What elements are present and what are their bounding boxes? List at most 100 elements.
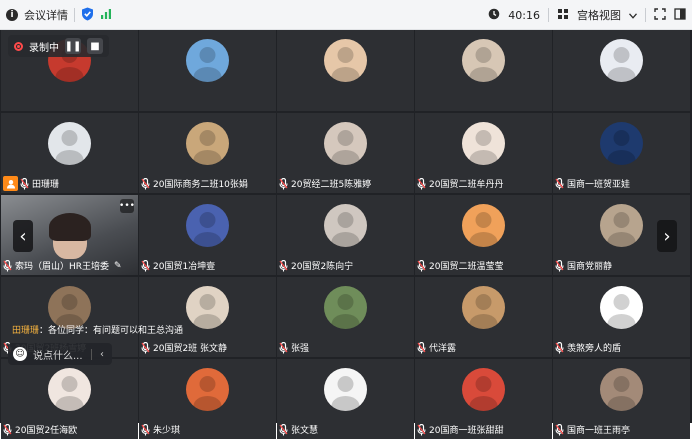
avatar (600, 286, 643, 329)
participant-name-row: 20国贸1冶坤壹 (141, 258, 215, 273)
avatar (324, 368, 367, 411)
mic-muted-icon (141, 423, 151, 436)
participant-tile[interactable]: 朱少琪 (139, 359, 276, 439)
chevron-down-icon[interactable] (629, 9, 637, 22)
avatar (462, 286, 505, 329)
participant-tile[interactable] (553, 30, 690, 110)
avatar (48, 368, 91, 411)
stop-icon[interactable]: ■ (87, 38, 103, 54)
participant-name: 20国贸2陈向宁 (291, 262, 354, 272)
participant-name-row: 国商党丽静 (555, 258, 612, 273)
participant-name-row: 20国商一班张甜甜 (417, 422, 503, 437)
participant-tile[interactable]: 20贸经二班5陈雅婷 (277, 113, 414, 193)
participant-name: 张强 (291, 344, 310, 354)
participant-name-row: 20国际商务二班10张娟 (141, 176, 248, 191)
participant-name: 20国贸2任海欧 (15, 426, 78, 436)
participant-tile[interactable]: 20国贸1冶坤壹 (139, 195, 276, 275)
more-options-icon[interactable]: ••• (119, 199, 135, 213)
emoji-icon[interactable]: ☺ (13, 347, 27, 361)
fullscreen-icon[interactable] (654, 7, 666, 23)
avatar (462, 122, 505, 165)
chat-message: 田珊珊：各位同学：有问题可以和王总沟通 (12, 323, 183, 336)
mic-muted-icon (3, 259, 13, 272)
participant-name: 20国贸二班牟丹丹 (429, 180, 504, 190)
grid-view-icon[interactable] (557, 8, 569, 23)
participant-name: 张文慧 (291, 426, 319, 436)
participant-tile[interactable]: 20国贸二班温莹莹 (415, 195, 552, 275)
avatar (186, 39, 229, 82)
avatar (324, 122, 367, 165)
participant-name-row: 张文慧 (279, 422, 318, 437)
participant-tile[interactable]: 国商一班贺亚娃 (553, 113, 690, 193)
participant-name: 20国商一班张甜甜 (429, 426, 504, 436)
arrow-left-icon[interactable]: ‹ (13, 220, 33, 252)
participant-tile[interactable]: 田珊珊 (1, 113, 138, 193)
participant-tile[interactable]: 国商一班王雨亭 (553, 359, 690, 439)
participant-tile[interactable] (277, 30, 414, 110)
participant-tile[interactable]: 代洋露 (415, 277, 552, 357)
participant-tile[interactable]: 张文慧 (277, 359, 414, 439)
participant-name-row: 20国贸2陈向宁 (279, 258, 353, 273)
participant-name: 20贸经二班5陈雅婷 (291, 180, 372, 190)
avatar (600, 39, 643, 82)
mic-muted-icon (555, 259, 565, 272)
participant-tile[interactable]: 张强 (277, 277, 414, 357)
recording-indicator: 录制中 ❚❚ ■ (8, 35, 109, 57)
topbar-left: i 会议详情 (6, 0, 112, 30)
host-icon (3, 176, 18, 191)
meeting-topbar: i 会议详情 40:16 宫格视图 (0, 0, 692, 30)
meeting-timer: 40:16 (508, 8, 540, 22)
pause-icon[interactable]: ❚❚ (65, 38, 81, 54)
participant-name-row: 代洋露 (417, 340, 456, 355)
avatar (324, 204, 367, 247)
participant-name: 20国际商务二班10张娟 (153, 180, 248, 190)
participant-tile[interactable]: 20国贸2任海欧 (1, 359, 138, 439)
participant-name-row: 20国贸二班温莹莹 (417, 258, 503, 273)
participant-tile[interactable]: 20国贸二班牟丹丹 (415, 113, 552, 193)
record-dot-icon (14, 41, 23, 51)
avatar (600, 368, 643, 411)
mic-muted-icon (3, 423, 13, 436)
participant-name: 国商党丽静 (567, 262, 613, 272)
participant-name: 羡煞旁人的盾 (567, 344, 622, 354)
meeting-details-link[interactable]: 会议详情 (24, 7, 68, 23)
avatar (186, 286, 229, 329)
participant-name-row: 田珊珊 (3, 176, 59, 191)
participant-name: 朱少琪 (153, 426, 181, 436)
participant-tile[interactable]: 20国贸2陈向宁 (277, 195, 414, 275)
participant-tile[interactable]: 20国际商务二班10张娟 (139, 113, 276, 193)
avatar (324, 39, 367, 82)
participant-name: 国商一班王雨亭 (567, 426, 631, 436)
participant-name: 索玛（眉山）HR王培委 (15, 262, 110, 272)
mic-muted-icon (417, 423, 427, 436)
participant-name-row: 国商一班王雨亭 (555, 422, 630, 437)
participant-tile[interactable] (139, 30, 276, 110)
signal-icon[interactable] (100, 8, 112, 23)
exit-window-icon[interactable] (674, 7, 686, 23)
mic-muted-icon (555, 341, 565, 354)
view-mode-dropdown[interactable]: 宫格视图 (577, 7, 621, 23)
participant-name-row: 张强 (279, 340, 309, 355)
participant-name: 20国贸1冶坤壹 (153, 262, 216, 272)
shield-check-icon[interactable] (81, 7, 94, 24)
participant-tile[interactable]: 羡煞旁人的盾 (553, 277, 690, 357)
participant-tile[interactable]: 20国商一班张甜甜 (415, 359, 552, 439)
mic-muted-icon (279, 259, 289, 272)
participant-name-row: 国商一班贺亚娃 (555, 176, 630, 191)
chat-colon: ： (39, 326, 49, 336)
participant-tile[interactable] (415, 30, 552, 110)
participant-name: 国商一班贺亚娃 (567, 180, 631, 190)
chevron-left-icon[interactable]: ‹ (91, 348, 112, 360)
mic-muted-icon (279, 177, 289, 190)
edit-name-icon[interactable]: ✎ (114, 261, 122, 271)
chat-input[interactable]: ☺ 说点什么... ‹ (8, 343, 112, 365)
participant-name: 田珊珊 (32, 180, 60, 190)
mic-muted-icon (555, 423, 565, 436)
participant-tile[interactable]: 20国贸2班 张文静 (139, 277, 276, 357)
info-icon[interactable]: i (6, 9, 18, 21)
avatar (186, 368, 229, 411)
avatar (324, 286, 367, 329)
participant-name-row: 索玛（眉山）HR王培委 ✎ (3, 258, 122, 273)
arrow-right-icon[interactable]: › (657, 220, 677, 252)
avatar (462, 368, 505, 411)
